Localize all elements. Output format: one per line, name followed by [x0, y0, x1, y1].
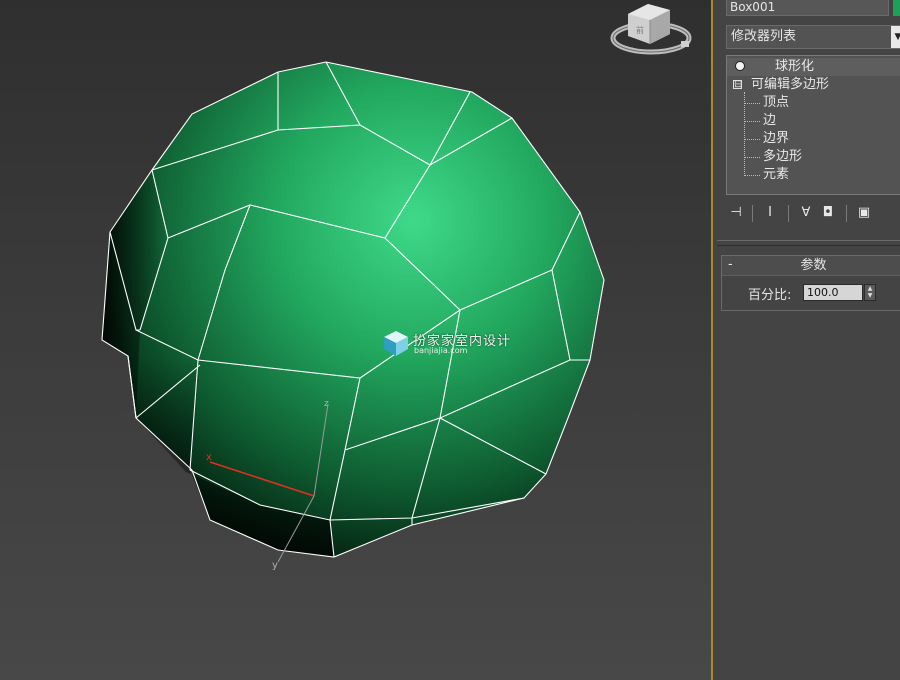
- watermark-url: banjiajia.com: [414, 346, 468, 355]
- percent-label: 百分比:: [748, 288, 792, 303]
- tree-connector: [744, 121, 760, 122]
- axis-z-label: z: [324, 399, 329, 409]
- subobject-label: 顶点: [763, 95, 790, 110]
- modifier-stack-toolbar: ⊣ Ⅰ ∀ ◘ ▣: [726, 203, 900, 225]
- viewcube-icon[interactable]: 前: [610, 4, 692, 55]
- viewport-scene: 前 x y z: [101, 4, 692, 571]
- subobject-label: 边界: [763, 131, 790, 146]
- tree-connector: [744, 103, 760, 104]
- parameters-rollout: 参数 - 百分比: 100.0 ▲ ▼: [721, 255, 900, 311]
- object-color-swatch[interactable]: [893, 0, 900, 16]
- axis-y-label: y: [272, 560, 278, 571]
- chevron-down-icon[interactable]: ▼: [891, 26, 900, 48]
- stack-item-label: 可编辑多边形: [751, 77, 830, 92]
- modifier-list-dropdown[interactable]: 修改器列表 ▼: [726, 25, 900, 49]
- remove-modifier-icon[interactable]: ◘: [818, 203, 838, 223]
- tree-connector: [744, 157, 760, 158]
- command-panel: Box001 修改器列表 ▼ 球形化 ⊟ 可编辑多边形 顶点 边 边界 多边形: [713, 0, 900, 680]
- rollout-collapse-toggle[interactable]: -: [728, 256, 733, 274]
- bulb-icon[interactable]: [735, 61, 745, 71]
- watermark-logo-icon: [384, 331, 408, 356]
- percent-spinner[interactable]: ▲ ▼: [864, 284, 876, 301]
- sphere-mesh[interactable]: [101, 61, 605, 558]
- subobject-label: 多边形: [763, 149, 803, 164]
- viewcube-face-label: 前: [636, 25, 644, 35]
- tree-connector: [744, 92, 745, 174]
- stack-item-spherify[interactable]: 球形化: [727, 58, 900, 76]
- tree-connector: [744, 139, 760, 140]
- toolbar-separator: [752, 205, 753, 222]
- pin-stack-icon[interactable]: ⊣: [726, 203, 746, 223]
- axis-x-label: x: [206, 452, 212, 463]
- configure-modifier-sets-icon[interactable]: ▣: [854, 203, 874, 223]
- subobject-label: 边: [763, 113, 777, 128]
- modifier-list-label: 修改器列表: [731, 29, 797, 44]
- panel-divider: [717, 240, 900, 246]
- percent-input[interactable]: 100.0: [803, 284, 863, 301]
- make-unique-icon[interactable]: ∀: [796, 203, 816, 223]
- object-name-field[interactable]: Box001: [726, 0, 889, 16]
- rollout-title: 参数: [800, 258, 827, 273]
- toolbar-separator: [846, 205, 847, 222]
- subobject-label: 元素: [763, 167, 790, 182]
- perspective-viewport[interactable]: 前 x y z 扮家家室内设计 banjiajia.com: [0, 0, 712, 680]
- modifier-stack[interactable]: 球形化 ⊟ 可编辑多边形 顶点 边 边界 多边形 元素: [726, 55, 900, 195]
- tree-connector: [744, 175, 760, 176]
- show-end-result-icon[interactable]: Ⅰ: [760, 203, 780, 223]
- stack-item-label: 球形化: [775, 59, 815, 74]
- collapse-icon[interactable]: ⊟: [733, 80, 742, 90]
- toolbar-separator: [788, 205, 789, 222]
- rollout-header[interactable]: 参数 -: [722, 256, 900, 276]
